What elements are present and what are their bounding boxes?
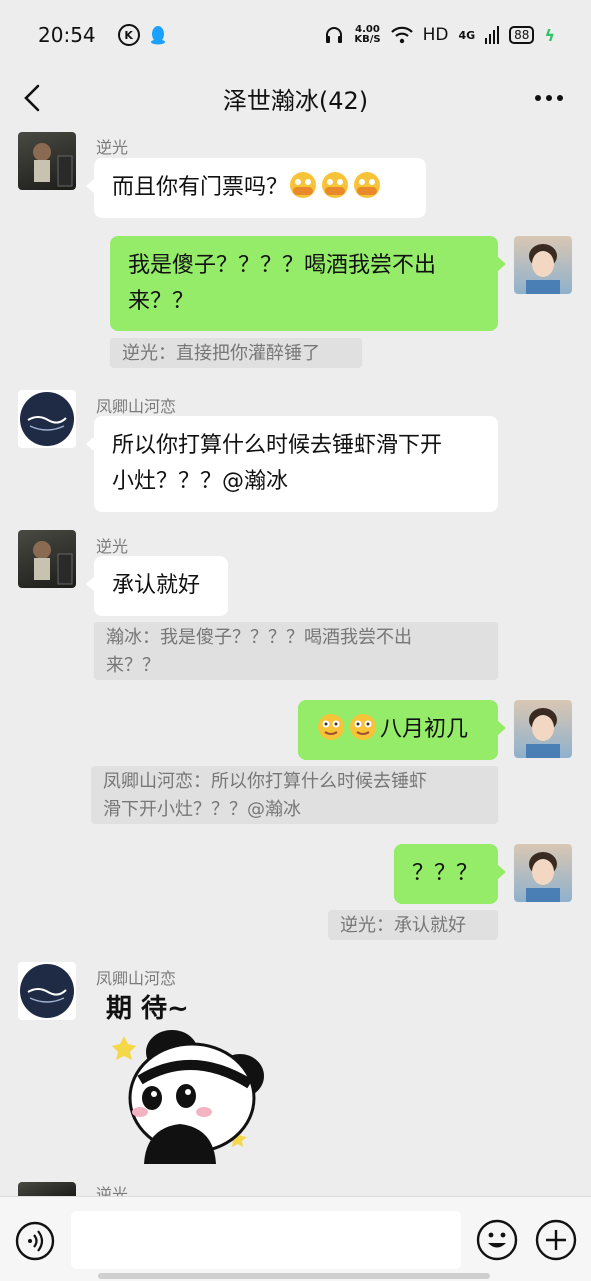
signal-icon [485, 26, 500, 44]
message-text-line: 所以你打算什么时候去锤虾滑下开 [112, 433, 443, 458]
network-speed: 4.00 KB/S [354, 25, 380, 45]
emoji-icon[interactable] [476, 1219, 518, 1261]
covering-face-emoji-icon [290, 172, 317, 198]
chat-title: 泽世瀚冰(42) [222, 86, 369, 115]
headphones-icon [326, 27, 343, 43]
status-time: 20:54 [38, 23, 96, 47]
status-bar: 20:54 K 4.00 KB/S HD 4G 88 ϟ [0, 0, 591, 70]
message-text: 承认就好 [112, 573, 201, 598]
avatar-niguang[interactable] [18, 1182, 76, 1196]
quote-reference[interactable]: 逆光：承认就好 [328, 910, 498, 940]
quote-reference[interactable]: 瀚冰：我是傻子？？？？喝酒我尝不出 来？？ [94, 622, 498, 680]
message-bubble[interactable]: 八月初几 [298, 700, 506, 760]
message-text: 八月初几 [380, 717, 469, 742]
avatar-niguang[interactable] [18, 530, 76, 588]
quote-reference[interactable]: 凤卿山河恋：所以你打算什么时候去锤虾 滑下开小灶？？？@瀚冰 [91, 766, 498, 824]
voice-icon[interactable] [15, 1221, 55, 1261]
avatar-self[interactable] [514, 844, 572, 902]
qq-icon [150, 26, 165, 45]
quote-reference[interactable]: 逆光：直接把你灌醉锤了 [110, 338, 362, 368]
message-bubble[interactable]: 所以你打算什么时候去锤虾滑下开 小灶？？？@瀚冰 [86, 416, 498, 512]
avatar-fengqing[interactable] [18, 390, 76, 448]
input-bar [0, 1196, 591, 1281]
message-text-line: 来？？ [128, 289, 195, 314]
charging-icon: ϟ [544, 25, 555, 45]
smile-emoji-icon [318, 714, 344, 740]
quote-text-line: 滑下开小灶？？？@瀚冰 [103, 799, 301, 820]
network-type: 4G [458, 28, 476, 42]
smile-emoji-icon [350, 714, 376, 740]
plus-icon[interactable] [535, 1219, 577, 1261]
message-text: 而且你有门票吗？ [112, 175, 289, 200]
quote-text-line: 来？？ [106, 655, 160, 676]
sender-name: 凤卿山河恋 [96, 397, 177, 416]
message-bubble[interactable]: 我是傻子？？？？喝酒我尝不出 来？？ [110, 236, 506, 331]
sender-name: 逆光 [96, 1185, 129, 1196]
quote-text-line: 瀚冰：我是傻子？？？？喝酒我尝不出 [106, 627, 412, 648]
sender-name: 逆光 [96, 537, 129, 556]
wifi-icon [390, 26, 413, 44]
message-text-line: 小灶？？？@瀚冰 [112, 469, 289, 494]
avatar-niguang[interactable] [18, 132, 76, 190]
message-bubble[interactable]: 而且你有门票吗？ [86, 158, 426, 218]
speed-unit: KB/S [354, 34, 381, 45]
covering-face-emoji-icon [354, 172, 381, 198]
message-bubble[interactable]: ？？？ [394, 844, 506, 904]
chat-header: 泽世瀚冰(42) [0, 70, 591, 126]
sender-name: 凤卿山河恋 [96, 969, 177, 988]
quote-text-line: 凤卿山河恋：所以你打算什么时候去锤虾 [103, 771, 427, 792]
back-icon[interactable] [18, 82, 48, 114]
message-input[interactable] [71, 1211, 461, 1269]
more-icon[interactable] [533, 86, 565, 110]
avatar-self[interactable] [514, 700, 572, 758]
message-text-line: 我是傻子？？？？喝酒我尝不出 [128, 253, 437, 278]
battery-level: 88 [509, 26, 535, 44]
home-indicator [98, 1273, 490, 1279]
avatar-self[interactable] [514, 236, 572, 294]
panda-sticker[interactable]: 期 待~ [100, 988, 280, 1168]
message-text: ？？？ [412, 861, 479, 886]
avatar-fengqing[interactable] [18, 962, 76, 1020]
panda-icon [112, 1030, 264, 1164]
k-app-icon: K [117, 24, 140, 46]
hd-label: HD [422, 25, 449, 45]
sender-name: 逆光 [96, 138, 129, 157]
message-bubble[interactable]: 承认就好 [86, 556, 228, 616]
covering-face-emoji-icon [322, 172, 349, 198]
